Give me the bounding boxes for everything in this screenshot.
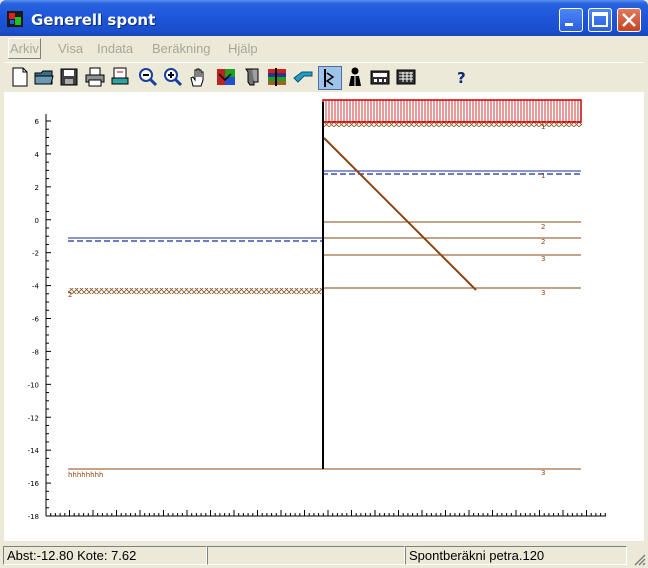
layer-label: 1 bbox=[541, 123, 545, 131]
y-tick-label: -14 bbox=[28, 447, 40, 455]
y-tick-label: -2 bbox=[32, 250, 39, 258]
status-middle bbox=[207, 546, 405, 565]
title-bar[interactable]: Generell spont bbox=[0, 0, 648, 36]
open-folder-icon[interactable] bbox=[33, 66, 55, 88]
maximize-icon bbox=[592, 12, 608, 27]
save-icon[interactable] bbox=[58, 66, 80, 88]
layer-label: 2 bbox=[541, 223, 545, 231]
layer-label: 3 bbox=[541, 469, 545, 477]
pan-hand-icon[interactable] bbox=[187, 66, 209, 88]
y-tick-label: 2 bbox=[35, 184, 39, 192]
status-bar: Abst:-12.80 Kote: 7.62 Spontberäkni petr… bbox=[0, 543, 648, 568]
status-filename: Spontberäkni petra.120 bbox=[405, 546, 627, 565]
y-tick-label: -4 bbox=[32, 283, 40, 291]
print-icon[interactable] bbox=[84, 66, 106, 88]
y-tick-label: 0 bbox=[35, 217, 39, 225]
close-icon bbox=[622, 13, 636, 27]
y-tick-label: -18 bbox=[28, 513, 39, 521]
layers-icon[interactable] bbox=[215, 66, 237, 88]
menu-berakning[interactable]: Beräkning bbox=[152, 41, 211, 56]
help-icon[interactable]: ? bbox=[450, 66, 472, 88]
application-window: Generell spont Arkiv Visa Indata Beräkni… bbox=[0, 0, 648, 568]
surface-load bbox=[322, 99, 582, 123]
y-tick-label: -6 bbox=[32, 316, 40, 324]
anchor-icon[interactable] bbox=[292, 66, 314, 88]
drawing-canvas[interactable]: 6 4 2 0 -2 -4 -6 -8 -10 -12 -14 -16 -18 1 1 2 2 3 3 3 2 hh… bbox=[4, 92, 644, 541]
left-layer-label: 2 bbox=[68, 291, 72, 299]
layer-label: 1 bbox=[541, 172, 545, 180]
window-title: Generell spont bbox=[31, 11, 156, 29]
zoom-out-icon[interactable] bbox=[137, 66, 159, 88]
y-axis: 6 4 2 0 -2 -4 -6 -8 -10 -12 -14 -16 -18 bbox=[28, 114, 51, 521]
layer-label: 2 bbox=[541, 238, 545, 246]
y-tick-label: -16 bbox=[28, 480, 40, 488]
status-coordinates: Abst:-12.80 Kote: 7.62 bbox=[3, 546, 207, 565]
y-tick-label: 6 bbox=[35, 118, 40, 126]
layer-labels: 1 1 2 2 3 3 3 bbox=[541, 123, 545, 477]
bottom-left-label: hhhhhhhh bbox=[68, 471, 104, 479]
svg-text:?: ? bbox=[457, 69, 466, 87]
app-icon[interactable] bbox=[7, 11, 23, 27]
y-tick-label: -8 bbox=[32, 348, 39, 356]
soil-layers-icon[interactable] bbox=[266, 66, 288, 88]
minimize-button[interactable] bbox=[559, 8, 583, 32]
person-icon[interactable] bbox=[344, 66, 366, 88]
menu-bar: Arkiv Visa Indata Beräkning Hjälp bbox=[4, 38, 644, 60]
y-tick-label: -12 bbox=[28, 414, 39, 422]
menu-indata[interactable]: Indata bbox=[97, 41, 133, 56]
menu-arkiv[interactable]: Arkiv bbox=[8, 38, 41, 59]
soil-layer-lines bbox=[68, 221, 581, 470]
sheet-pile-check-icon[interactable] bbox=[318, 66, 342, 90]
table-icon[interactable] bbox=[395, 66, 417, 88]
y-tick-label: -10 bbox=[28, 381, 39, 389]
calculator-icon[interactable] bbox=[369, 66, 391, 88]
layer-label: 3 bbox=[541, 289, 545, 297]
menu-visa[interactable]: Visa bbox=[58, 41, 83, 56]
sheet-pile-diagram[interactable]: 6 4 2 0 -2 -4 -6 -8 -10 -12 -14 -16 -18 1 1 2 2 3 3 3 2 hh… bbox=[4, 92, 644, 541]
zoom-in-icon[interactable] bbox=[162, 66, 184, 88]
maximize-button[interactable] bbox=[588, 8, 612, 32]
menu-hjalp[interactable]: Hjälp bbox=[228, 41, 258, 56]
ground-surface-left-hatch bbox=[68, 288, 322, 294]
resize-grip-icon[interactable] bbox=[632, 552, 646, 566]
y-tick-label: 4 bbox=[35, 151, 40, 159]
minimize-icon bbox=[565, 23, 573, 26]
toolbar: ? bbox=[4, 62, 644, 93]
sheet-pile-icon[interactable] bbox=[241, 66, 263, 88]
print-preview-icon[interactable] bbox=[109, 66, 131, 88]
sloping-layer-boundary bbox=[323, 137, 477, 291]
x-axis bbox=[45, 510, 606, 517]
close-button[interactable] bbox=[617, 8, 641, 32]
layer-label: 3 bbox=[541, 255, 545, 263]
new-file-icon[interactable] bbox=[9, 66, 31, 88]
